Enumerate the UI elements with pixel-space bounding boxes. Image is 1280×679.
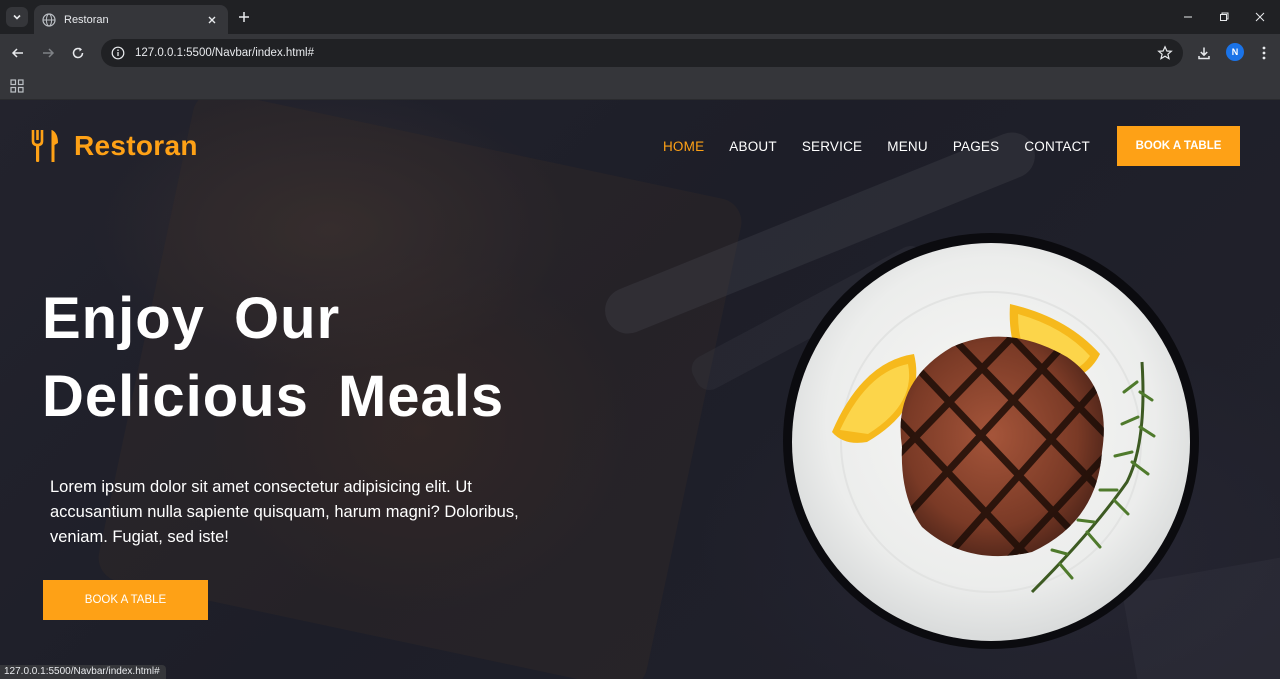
globe-icon (42, 12, 56, 27)
brand-name: Restoran (74, 130, 198, 161)
nav-contact[interactable]: CONTACT (1024, 139, 1090, 154)
hero-title-line1: Enjoy Our (42, 286, 341, 351)
main-nav: HOME ABOUT SERVICE MENU PAGES CONTACT (663, 139, 1090, 154)
nav-service[interactable]: SERVICE (802, 139, 862, 154)
kebab-menu-icon (1262, 46, 1266, 60)
address-bar[interactable]: 127.0.0.1:5500/Navbar/index.html# (101, 39, 1183, 67)
restore-icon (1220, 12, 1229, 21)
url-text: 127.0.0.1:5500/Navbar/index.html# (135, 47, 315, 59)
book-table-button-hero[interactable]: BOOK A TABLE (43, 580, 208, 620)
tab-strip: Restoran (0, 0, 1280, 34)
bookmark-star-icon[interactable] (1157, 45, 1173, 61)
hero-description: Lorem ipsum dolor sit amet consectetur a… (50, 478, 519, 546)
reload-icon (72, 47, 84, 59)
nav-home[interactable]: HOME (663, 139, 704, 154)
forward-button[interactable] (37, 42, 59, 64)
close-icon (1255, 12, 1265, 22)
site-info-icon[interactable] (111, 46, 125, 60)
browser-tab[interactable]: Restoran (34, 5, 228, 34)
downloads-button[interactable] (1193, 42, 1215, 64)
close-window-button[interactable] (1246, 6, 1274, 28)
back-button[interactable] (7, 42, 29, 64)
apps-grid-icon[interactable] (10, 79, 24, 93)
new-tab-button[interactable] (234, 8, 254, 26)
chevron-down-icon (13, 14, 21, 20)
hero-title-line2: Delicious Meals (42, 364, 505, 429)
hero-section: Restoran HOME ABOUT SERVICE MENU PAGES C… (0, 100, 1280, 679)
plus-icon (239, 12, 249, 22)
tab-title: Restoran (64, 13, 109, 26)
nav-pages[interactable]: PAGES (953, 139, 1000, 154)
menu-button[interactable] (1253, 42, 1275, 64)
download-icon (1198, 47, 1210, 60)
browser-toolbar: 127.0.0.1:5500/Navbar/index.html# N (0, 34, 1280, 72)
minimize-button[interactable] (1174, 6, 1202, 28)
profile-avatar[interactable]: N (1226, 43, 1244, 61)
arrow-right-icon (43, 48, 55, 58)
brand-logo[interactable]: Restoran (30, 129, 198, 163)
status-bar-url: 127.0.0.1:5500/Navbar/index.html# (0, 665, 166, 679)
hero-title: Enjoy Our Delicious Meals (42, 280, 504, 436)
bookmarks-bar (0, 72, 1280, 100)
hero-plate-image (782, 232, 1200, 650)
book-table-button-nav[interactable]: BOOK A TABLE (1117, 126, 1240, 166)
nav-about[interactable]: ABOUT (729, 139, 777, 154)
reload-button[interactable] (67, 42, 89, 64)
close-tab-icon[interactable] (204, 12, 220, 28)
minimize-icon (1184, 16, 1192, 18)
tab-search-button[interactable] (6, 7, 28, 27)
arrow-left-icon (11, 48, 23, 58)
nav-menu[interactable]: MENU (887, 139, 928, 154)
utensils-icon (30, 129, 60, 163)
restore-button[interactable] (1210, 6, 1238, 28)
